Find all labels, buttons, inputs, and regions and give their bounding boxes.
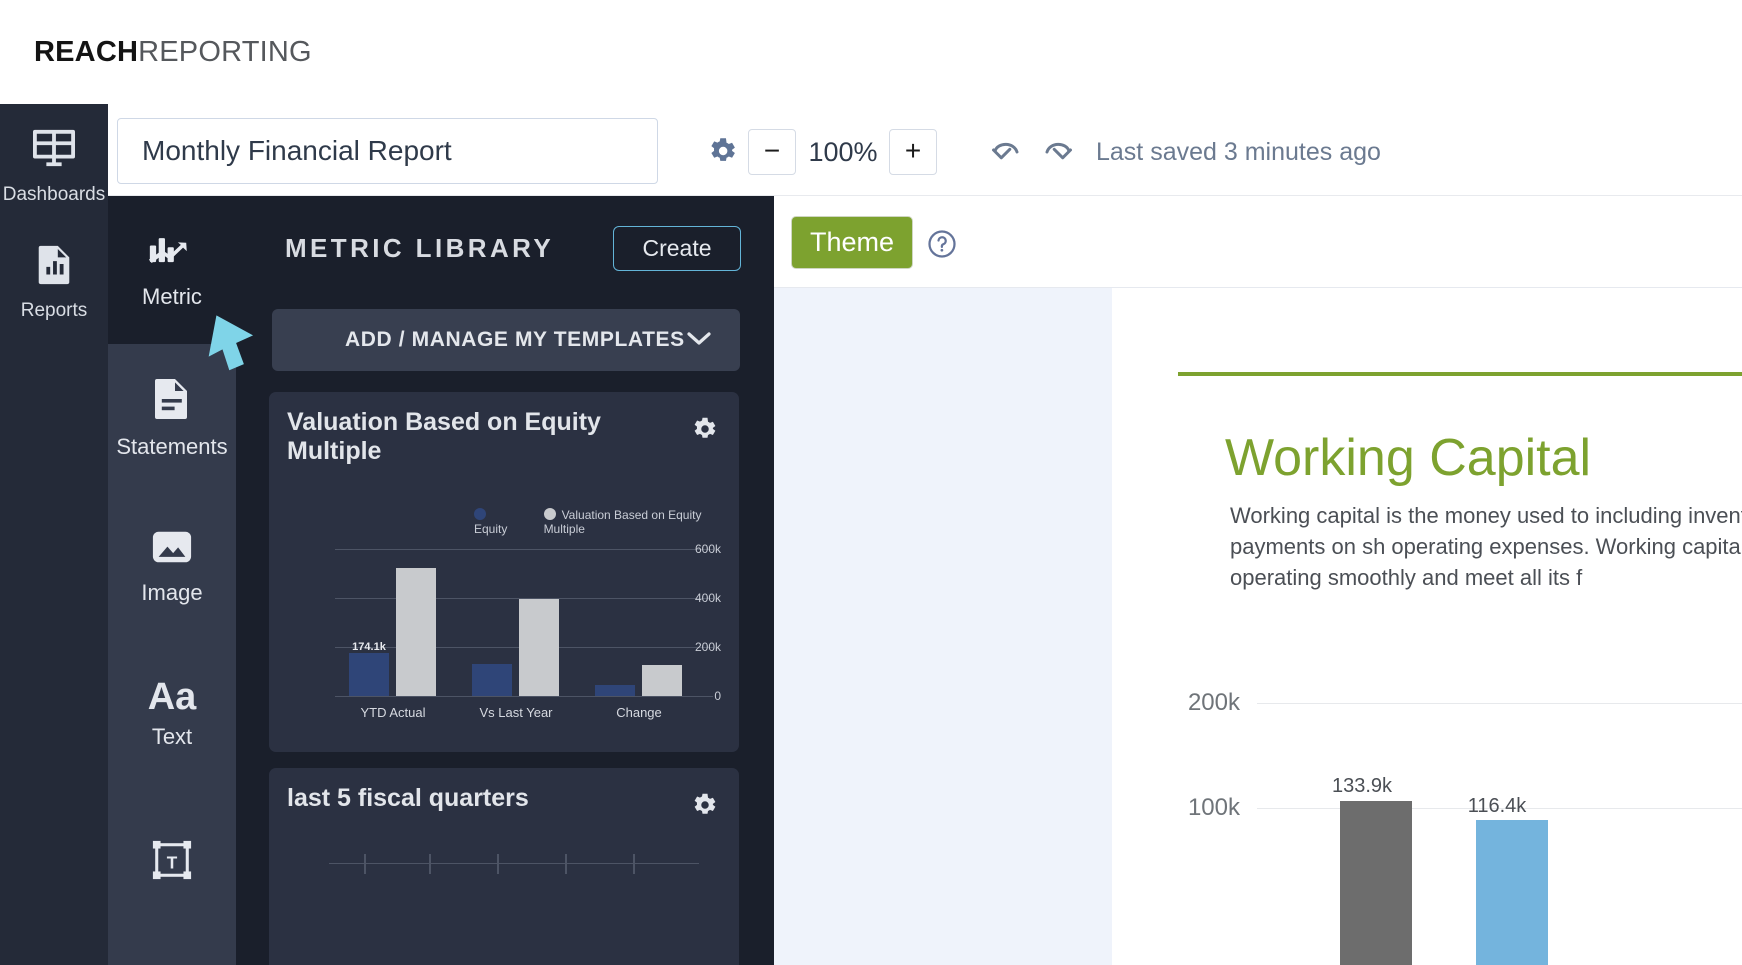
chart-plot-area: 600k 400k 200k 0 174.1k 522.3k 131.3k 39 — [287, 534, 721, 724]
metric-chart-icon — [148, 231, 196, 276]
editor-toolbar: − 100% + Last saved 3 minutes ago — [108, 104, 1742, 196]
valuation-bar-chart: Equity Valuation Based on Equity Multipl… — [269, 492, 739, 742]
tool-item-label: Metric — [142, 283, 202, 309]
page-body-text: Working capital is the money used to inc… — [1230, 503, 1742, 591]
tool-item-text[interactable]: Aa Text — [108, 640, 236, 788]
x-tick-label: YTD Actual — [360, 705, 426, 720]
metric-card-last-5-fiscal-quarters[interactable]: last 5 fiscal quarters — [269, 768, 739, 965]
metric-library-header: METRIC LIBRARY Create — [236, 196, 774, 300]
help-circle-icon[interactable] — [927, 229, 957, 264]
gear-icon[interactable] — [689, 414, 719, 449]
zoom-out-button[interactable]: − — [748, 129, 796, 175]
tool-item-statements[interactable]: Statements — [108, 344, 236, 492]
tool-item-label: Statements — [116, 433, 228, 459]
image-icon — [151, 527, 193, 572]
sidebar-item-reports[interactable]: Reports — [0, 220, 108, 336]
bar — [1476, 820, 1548, 965]
logo-bold-text: REACH — [34, 36, 139, 68]
report-document-icon — [31, 244, 77, 286]
y-tick-label: 0 — [714, 689, 721, 703]
bar — [472, 664, 512, 696]
y-tick-label: 600k — [694, 542, 721, 556]
theme-button[interactable]: Theme — [791, 216, 913, 269]
report-title-input[interactable] — [117, 118, 658, 184]
bar — [349, 653, 389, 696]
app-logo: REACHREPORTING — [34, 36, 312, 69]
x-tick-label: Change — [616, 705, 662, 720]
sidebar-item-label: Dashboards — [2, 184, 106, 205]
redo-icon[interactable] — [1040, 136, 1076, 168]
add-manage-templates-button[interactable]: ADD / MANAGE MY TEMPLATES — [272, 309, 740, 371]
x-tick-label: Vs Last Year — [479, 705, 553, 720]
chart-legend: Equity Valuation Based on Equity Multipl… — [474, 508, 739, 536]
metric-card-title: Valuation Based on Equity Multiple — [287, 408, 601, 465]
bar-value-label: 133.9k — [1331, 775, 1393, 797]
bar — [519, 599, 559, 696]
tool-item-label: Image — [141, 579, 203, 605]
report-page[interactable]: Working Capital Working capital is the m… — [1112, 288, 1742, 965]
page-title: METRIC LIBRARY — [285, 233, 555, 263]
svg-text:T: T — [167, 852, 178, 872]
brand-bar: REACHREPORTING — [0, 0, 1742, 104]
tool-item-text-box[interactable]: T — [108, 788, 236, 936]
bar — [1340, 801, 1412, 965]
chevron-down-icon — [686, 329, 712, 352]
metric-card-title: last 5 fiscal quarters — [287, 784, 529, 812]
last-saved-status: Last saved 3 minutes ago — [1096, 138, 1381, 166]
primary-nav-rail: Dashboards Reports — [0, 104, 108, 965]
canvas-toolbar: Theme — [774, 196, 1742, 288]
undo-icon[interactable] — [988, 136, 1024, 168]
accent-divider — [1178, 372, 1742, 376]
create-button[interactable]: Create — [613, 226, 741, 271]
zoom-in-button[interactable]: + — [889, 129, 937, 175]
metric-library-panel: METRIC LIBRARY Create ADD / MANAGE MY TE… — [236, 196, 774, 965]
bar-value-label: 116.4k — [1467, 795, 1527, 817]
bar-value-label: 174.1k — [352, 641, 386, 653]
page-heading: Working Capital — [1225, 429, 1592, 487]
zoom-level-label: 100% — [808, 137, 878, 167]
gear-icon[interactable] — [705, 134, 739, 168]
legend-entry: Equity — [474, 508, 524, 536]
y-tick-label: 400k — [694, 591, 721, 605]
text-box-icon: T — [151, 839, 193, 886]
sidebar-item-label: Reports — [20, 300, 88, 321]
bar — [595, 685, 635, 696]
metric-card-valuation[interactable]: Valuation Based on Equity Multiple Equit… — [269, 392, 739, 752]
statement-document-icon — [153, 377, 191, 426]
insert-tool-rail: Metric Statements Image Aa Text T — [108, 196, 236, 965]
y-tick-label: 200k — [1187, 689, 1240, 716]
text-aa-icon: Aa — [147, 676, 197, 718]
sidebar-item-dashboards[interactable]: Dashboards — [0, 104, 108, 220]
logo-light-text: REPORTING — [138, 36, 312, 68]
add-manage-templates-label: ADD / MANAGE MY TEMPLATES — [345, 328, 685, 351]
tool-item-metric[interactable]: Metric — [108, 196, 236, 344]
gear-icon[interactable] — [689, 790, 719, 825]
tool-item-image[interactable]: Image — [108, 492, 236, 640]
tool-item-label: Text — [151, 724, 193, 749]
working-capital-chart: 200k 100k 133.9k 116.4k — [1112, 658, 1742, 965]
legend-entry: Valuation Based on Equity Multiple — [543, 508, 702, 536]
dashboard-icon — [31, 128, 77, 170]
bar — [642, 665, 682, 696]
y-tick-label: 200k — [694, 640, 721, 654]
app-root: REACHREPORTING − 100% + Last saved 3 min… — [0, 0, 1742, 965]
bar — [396, 568, 436, 696]
y-tick-label: 100k — [1187, 794, 1240, 821]
